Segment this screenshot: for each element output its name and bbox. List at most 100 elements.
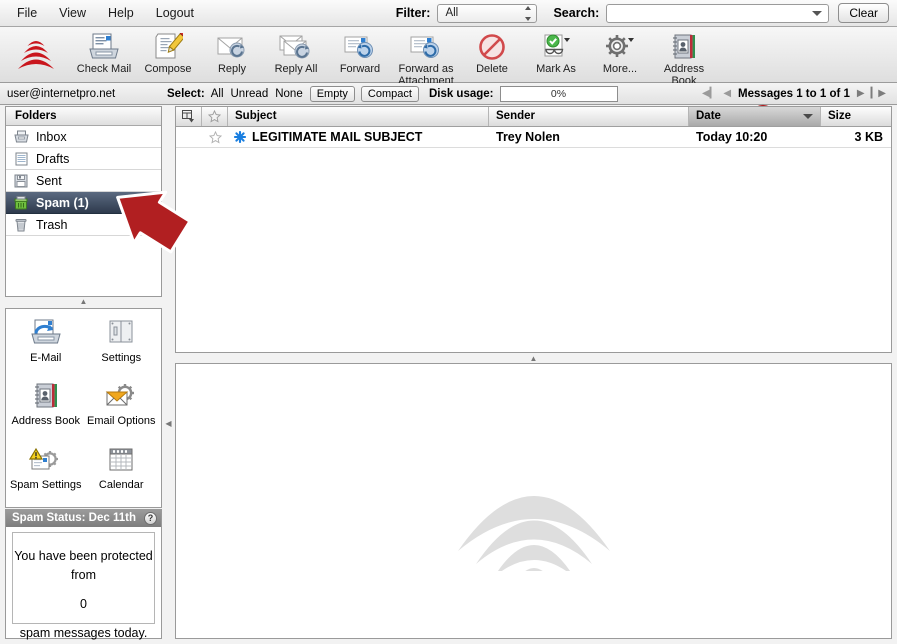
compose-button[interactable]: Compose (136, 30, 200, 76)
message-preview-pane (175, 363, 892, 639)
folder-item-drafts[interactable]: Drafts (6, 148, 161, 170)
shortcut-email[interactable]: E-Mail (8, 315, 84, 378)
calendar-icon (107, 442, 135, 478)
row-subject-cell[interactable]: LEGITIMATE MAIL SUBJECT (228, 130, 489, 144)
settings-icon (106, 315, 136, 351)
compact-button[interactable]: Compact (360, 85, 419, 102)
row-size-cell: 3 KB (854, 130, 883, 144)
shortcut-label: Address Book (11, 415, 80, 428)
trash-icon (13, 217, 29, 232)
first-page-icon[interactable]: ◀▎ (702, 88, 717, 99)
check-mail-button[interactable]: Check Mail (72, 30, 136, 76)
folder-item-sent[interactable]: Sent (6, 170, 161, 192)
select-none-link[interactable]: None (275, 88, 303, 100)
row-flag-cell[interactable] (202, 130, 228, 144)
search-input[interactable] (606, 3, 830, 23)
column-header-date[interactable]: Date (689, 107, 821, 126)
forward-label: Forward (339, 63, 381, 75)
column-options-icon[interactable] (176, 107, 202, 126)
sidebar-collapse-handle[interactable]: ◀ (162, 415, 175, 431)
signal-arcs-watermark-icon (457, 496, 610, 571)
folders-header: Folders (6, 107, 161, 126)
disk-usage-label: Disk usage: (428, 87, 494, 100)
forward-as-attachment-icon (409, 32, 443, 62)
more-button[interactable]: More... (588, 30, 652, 76)
forward-as-attachment-button[interactable]: Forward as Attachment (392, 30, 460, 87)
check-mail-icon (87, 32, 121, 62)
menu-bar: File View Help Logout Filter: All Search… (0, 0, 897, 27)
shortcut-settings[interactable]: Settings (84, 315, 160, 378)
folder-label: Sent (36, 173, 62, 188)
main-toolbar: Check Mail Compose Reply Reply All Forwa… (0, 27, 897, 86)
reply-all-button[interactable]: Reply All (264, 30, 328, 76)
sent-icon (13, 173, 29, 188)
menu-file[interactable]: File (6, 0, 48, 27)
compose-icon (153, 32, 183, 62)
last-page-icon[interactable]: ▎▶ (871, 88, 886, 99)
reply-button[interactable]: Reply (200, 30, 264, 76)
list-preview-splitter[interactable]: ▲ (175, 353, 892, 363)
address-book-icon (669, 32, 699, 62)
forward-button[interactable]: Forward (328, 30, 392, 76)
shortcut-label: E-Mail (30, 352, 62, 364)
folder-label: Drafts (36, 151, 70, 166)
spam-status-panel: Spam Status: Dec 11th ? You have been pr… (5, 509, 162, 640)
table-row[interactable]: LEGITIMATE MAIL SUBJECT Trey Nolen Today… (176, 127, 891, 148)
filter-select[interactable]: All (437, 3, 538, 23)
reply-all-icon (278, 32, 314, 62)
shortcut-label: Settings (101, 352, 142, 364)
inbox-icon (13, 129, 29, 144)
spam-status-line2: spam messages today. (19, 626, 148, 640)
select-all-link[interactable]: All (211, 88, 224, 100)
column-header-size[interactable]: Size (821, 107, 891, 126)
shortcut-email-options[interactable]: Email Options (84, 378, 160, 441)
flag-column-icon[interactable] (202, 107, 228, 126)
folder-item-inbox[interactable]: Inbox (6, 126, 161, 148)
forward-icon (343, 32, 377, 62)
clear-button[interactable]: Clear (838, 3, 889, 23)
menu-help[interactable]: Help (97, 0, 145, 27)
folder-label: Inbox (36, 129, 67, 144)
chevron-down-icon[interactable] (812, 10, 823, 16)
column-header-date-label: Date (696, 110, 721, 122)
folders-panel: Folders Inbox Drafts Sent Spam (1) Trash (5, 106, 162, 297)
brand-logo (0, 27, 72, 83)
mark-as-label: Mark As (536, 63, 576, 75)
mark-as-icon (539, 32, 573, 62)
column-header-subject[interactable]: Subject (228, 107, 489, 126)
message-list-header: Subject Sender Date Size (176, 107, 891, 127)
column-header-sender[interactable]: Sender (489, 107, 689, 126)
row-sender-cell: Trey Nolen (496, 130, 560, 144)
gear-icon (603, 32, 637, 62)
account-email: user@internetpro.net (7, 87, 116, 100)
empty-button[interactable]: Empty (309, 85, 355, 102)
shortcut-address-book[interactable]: Address Book (8, 378, 84, 441)
spam-settings-icon (28, 442, 63, 478)
shortcut-spam-settings[interactable]: Spam Settings (8, 442, 84, 505)
address-book-button[interactable]: Address Book (652, 30, 716, 87)
toolbar-buttons: Check Mail Compose Reply Reply All Forwa… (72, 27, 716, 87)
select-unread-link[interactable]: Unread (231, 88, 269, 100)
menu-logout[interactable]: Logout (145, 0, 205, 27)
help-icon[interactable]: ? (144, 512, 157, 525)
folder-item-spam[interactable]: Spam (1) (6, 192, 161, 214)
spam-status-header: Spam Status: Dec 11th ? (6, 510, 161, 527)
drafts-icon (13, 151, 29, 166)
search-field-wrap[interactable] (606, 3, 830, 23)
spam-status-body: You have been protected from 0 spam mess… (12, 532, 155, 640)
folders-collapse-handle[interactable]: ▲ (5, 297, 162, 306)
next-page-icon[interactable]: ▶ (857, 88, 865, 99)
search-label: Search: (553, 6, 600, 20)
select-label: Select: (167, 87, 205, 100)
delete-button[interactable]: Delete (460, 30, 524, 76)
prev-page-icon[interactable]: ◀ (723, 88, 731, 99)
menu-view[interactable]: View (48, 0, 97, 27)
folder-label: Spam (1) (36, 195, 89, 210)
shortcut-calendar[interactable]: Calendar (84, 442, 160, 505)
mark-as-button[interactable]: Mark As (524, 30, 588, 76)
disk-usage-meter: 0% (499, 85, 618, 102)
shortcut-label: Spam Settings (9, 478, 82, 491)
row-subject-text: LEGITIMATE MAIL SUBJECT (252, 130, 423, 144)
folder-item-trash[interactable]: Trash (6, 214, 161, 236)
reply-icon (215, 32, 249, 62)
